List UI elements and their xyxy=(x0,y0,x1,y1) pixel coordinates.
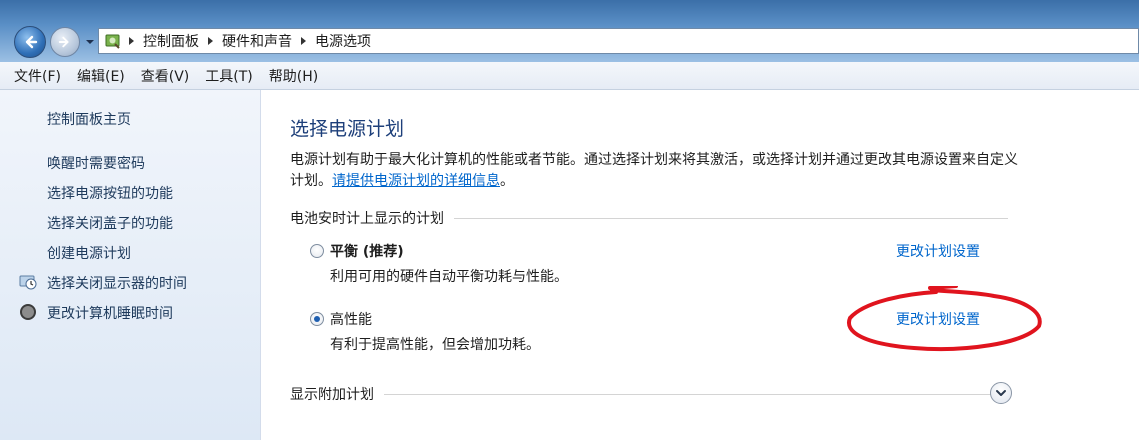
plans-section-header: 电池安时计上显示的计划 xyxy=(290,208,1008,228)
recent-pages-button[interactable] xyxy=(84,36,96,48)
more-plans-section[interactable]: 显示附加计划 xyxy=(290,384,1008,404)
plan-balanced-radio[interactable] xyxy=(310,244,324,258)
breadcrumb-separator-icon xyxy=(301,37,306,45)
plan-balanced-desc: 利用可用的硬件自动平衡功耗与性能。 xyxy=(330,269,568,285)
plan-high-performance-name[interactable]: 高性能 xyxy=(330,309,372,329)
sidebar-control-panel-home[interactable]: 控制面板主页 xyxy=(47,109,131,129)
address-bar[interactable]: 控制面板 硬件和声音 电源选项 xyxy=(98,28,1139,54)
arrow-right-icon xyxy=(58,36,69,48)
section-label: 电池安时计上显示的计划 xyxy=(290,211,444,227)
sidebar-sleep-time[interactable]: 更改计算机睡眠时间 xyxy=(47,303,173,323)
section-divider xyxy=(454,217,1008,219)
breadcrumb-power-options[interactable]: 电源选项 xyxy=(315,31,371,51)
menu-help[interactable]: 帮助(H) xyxy=(261,66,326,86)
moon-icon xyxy=(19,303,37,321)
plan-details-link[interactable]: 请提供电源计划的详细信息 xyxy=(332,173,500,189)
breadcrumb-control-panel[interactable]: 控制面板 xyxy=(143,31,199,51)
control-panel-icon xyxy=(103,31,123,51)
annotation-circle-mark xyxy=(847,286,1042,352)
menu-view[interactable]: 查看(V) xyxy=(133,66,198,86)
sidebar-create-plan[interactable]: 创建电源计划 xyxy=(47,243,131,263)
description-end: 。 xyxy=(500,173,514,189)
forward-button[interactable] xyxy=(50,27,80,57)
sidebar: 控制面板主页 唤醒时需要密码 选择电源按钮的功能 选择关闭盖子的功能 创建电源计… xyxy=(0,90,261,440)
sidebar-require-password[interactable]: 唤醒时需要密码 xyxy=(47,153,145,173)
more-plans-label[interactable]: 显示附加计划 xyxy=(290,384,374,404)
chevron-down-icon xyxy=(86,40,94,44)
page-description: 电源计划有助于最大化计算机的性能或者节能。通过选择计划来将其激活，或选择计划并通… xyxy=(290,150,1030,192)
sidebar-power-button[interactable]: 选择电源按钮的功能 xyxy=(47,183,173,203)
plan-balanced-name[interactable]: 平衡 (推荐) xyxy=(330,241,404,261)
expand-more-plans-button[interactable] xyxy=(990,382,1012,404)
breadcrumb-separator-icon xyxy=(129,37,134,45)
more-plans-divider xyxy=(384,393,1008,395)
back-button[interactable] xyxy=(14,26,46,58)
chevron-down-icon xyxy=(996,390,1006,396)
menu-tools[interactable]: 工具(T) xyxy=(197,66,260,86)
plan-high-performance-radio[interactable] xyxy=(310,312,324,326)
plan-high-performance-desc: 有利于提高性能，但会增加功耗。 xyxy=(330,337,540,353)
main-content: 选择电源计划 电源计划有助于最大化计算机的性能或者节能。通过选择计划来将其激活，… xyxy=(262,90,1139,440)
sidebar-close-lid[interactable]: 选择关闭盖子的功能 xyxy=(47,213,173,233)
plan-balanced-settings-link[interactable]: 更改计划设置 xyxy=(896,241,980,261)
arrow-left-icon xyxy=(25,35,38,49)
breadcrumb-hardware-sound[interactable]: 硬件和声音 xyxy=(222,31,292,51)
monitor-clock-icon xyxy=(19,273,37,291)
title-bar: 控制面板 硬件和声音 电源选项 xyxy=(0,0,1139,62)
sidebar-display-off[interactable]: 选择关闭显示器的时间 xyxy=(47,273,187,293)
menu-bar: 文件(F) 编辑(E) 查看(V) 工具(T) 帮助(H) xyxy=(0,62,1139,90)
menu-edit[interactable]: 编辑(E) xyxy=(69,66,133,86)
menu-file[interactable]: 文件(F) xyxy=(6,66,69,86)
breadcrumb-separator-icon xyxy=(208,37,213,45)
page-title: 选择电源计划 xyxy=(290,118,405,140)
